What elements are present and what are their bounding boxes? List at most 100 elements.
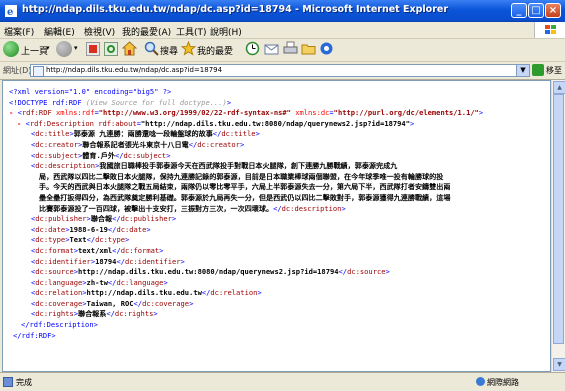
collapse-toggle[interactable]: - — [9, 108, 13, 117]
address-label: 網址(D) — [3, 66, 32, 75]
favorites-star-icon[interactable] — [180, 40, 197, 56]
dc-tag: dc:source — [347, 267, 386, 277]
address-dropdown-icon[interactable]: ▼ — [516, 65, 529, 76]
scroll-up-icon[interactable]: ▲ — [553, 81, 565, 94]
tag-bracket: > — [166, 150, 171, 160]
forward-dropdown-icon[interactable]: ▾ — [74, 44, 78, 62]
address-bar: 網址(D) http://ndap.dils.tku.edu.tw/ndap/d… — [0, 62, 565, 80]
page-done-icon — [3, 377, 13, 387]
tag-bracket: > — [163, 277, 168, 287]
dc-tag: dc:language — [35, 277, 83, 287]
dc-tag: dc:type — [35, 235, 66, 245]
zone-text: 網際網路 — [487, 378, 519, 387]
search-label[interactable]: 搜尋 — [160, 44, 178, 62]
menu-favorites[interactable]: 我的最愛(A) — [122, 25, 171, 38]
tag-bracket: > — [255, 129, 260, 139]
tag-bracket: > — [189, 298, 194, 308]
vertical-scrollbar[interactable]: ▲ ▼ — [551, 80, 565, 372]
tag-bracket: </ — [188, 139, 198, 149]
history-icon[interactable] — [245, 41, 260, 56]
doctype-comment[interactable]: (View Source for full doctype...) — [86, 98, 227, 107]
dc-field-value: 1988-6-19 — [69, 224, 108, 234]
go-arrow-icon[interactable] — [532, 64, 544, 76]
tag-bracket: > — [180, 256, 185, 266]
dc-field-line: <dc:date>1988-6-19</dc:date> — [9, 225, 483, 236]
favorites-label[interactable]: 我的最愛 — [197, 44, 233, 62]
stop-icon[interactable] — [86, 42, 100, 56]
document-viewport[interactable]: <?xml version="1.0" encoding="big5" ?> <… — [2, 80, 551, 372]
rdf-close-line: </rdf:RDF> — [13, 330, 56, 340]
menu-edit[interactable]: 編輯(E) — [44, 25, 75, 38]
doctype-end: > — [226, 97, 232, 107]
dc-field-value: 18794 — [95, 256, 117, 266]
dc-field-value: 聯合報系 — [78, 309, 107, 319]
dc-tag: dc:source — [35, 267, 74, 277]
dc-field-line: <dc:publisher>聯合報</dc:publisher> — [9, 214, 483, 225]
back-dropdown-icon[interactable]: ▾ — [46, 44, 50, 62]
back-label[interactable]: 上一頁 — [21, 44, 48, 62]
dc-tag: dc:format — [35, 245, 74, 255]
dc-field-line: <dc:language>zh-tw</dc:language> — [9, 278, 483, 289]
window-title: http://ndap.dils.tku.edu.tw/ndap/dc.asp?… — [22, 4, 449, 15]
dc-field-line: <dc:relation>http://ndap.dils.tku.edu.tw… — [9, 288, 483, 299]
dc-tag: dc:date — [35, 224, 66, 234]
print-icon[interactable] — [283, 41, 298, 56]
address-url[interactable]: http://ndap.dils.tku.edu.tw/ndap/dc.asp?… — [46, 66, 222, 74]
dc-field-line: <dc:format>text/xml</dc:format> — [9, 246, 483, 257]
xml-declaration: <?xml version="1.0" encoding="big5" ?> — [9, 87, 172, 96]
go-label[interactable]: 移至 — [546, 65, 562, 76]
messenger-icon[interactable] — [319, 41, 334, 56]
dc-description-text-0: 我國旅日職棒投手郭泰源今天在西武隊投手對戰日本火腿隊，創下連勝九勝戰績，郭泰源完… — [99, 161, 398, 171]
xml-doctype: <!DOCTYPE rdf:RDF (View Source for full … — [9, 98, 483, 109]
tag-bracket: > — [159, 245, 164, 255]
menu-help[interactable]: 說明(H) — [210, 25, 242, 38]
mail-icon[interactable] — [264, 41, 279, 56]
dc-tag: dc:rights — [114, 309, 154, 319]
dc-tag: dc:coverage — [142, 298, 190, 308]
dc-field-value: text/xml — [78, 245, 113, 255]
refresh-icon[interactable] — [104, 42, 118, 56]
search-icon[interactable] — [144, 41, 159, 56]
tag-bracket: </ — [338, 267, 348, 277]
tag-bracket: > — [146, 224, 151, 234]
menu-file[interactable]: 檔案(F) — [4, 25, 34, 38]
rdf-tag: rdf:RDF — [21, 108, 52, 118]
dc-tag: dc:creator — [35, 139, 78, 149]
forward-arrow-icon[interactable] — [56, 41, 72, 57]
rdf-open-line: - <rdf:RDF xmlns:rdf="http://www.w3.org/… — [9, 108, 484, 118]
dc-description-end-line: 比賽郭泰源投了一百四球，被擊出十支安打，三振對方三次，一次四壞球。</dc:de… — [39, 203, 346, 213]
dc-tag: dc:title — [35, 129, 70, 139]
address-input[interactable]: http://ndap.dils.tku.edu.tw/ndap/dc.asp?… — [30, 64, 530, 77]
dc-tag: dc:date — [116, 224, 147, 234]
xml-tree: <?xml version="1.0" encoding="big5" ?> <… — [9, 87, 483, 341]
menu-tools[interactable]: 工具(T) — [176, 25, 207, 38]
minimize-button[interactable]: _ — [511, 3, 527, 18]
menu-view[interactable]: 檢視(V) — [84, 25, 115, 38]
tag-bracket: </ — [116, 256, 125, 266]
dc-field-value: zh-tw — [86, 277, 108, 287]
page-icon — [33, 66, 44, 77]
close-button[interactable]: × — [545, 3, 561, 18]
folder-icon[interactable] — [301, 41, 316, 56]
back-arrow-icon[interactable] — [3, 41, 19, 57]
dc-field-line: <dc:type>Text</dc:type> — [9, 235, 483, 246]
dc-fields-top: <dc:title>郭泰源 九連勝：兩勝還唸一段輪盤球的故事</dc:title… — [9, 129, 483, 161]
maximize-button[interactable]: □ — [528, 3, 544, 18]
scroll-thumb[interactable] — [553, 94, 564, 344]
description-open-line: - <rdf:Description rdf:about="http://nda… — [17, 118, 415, 128]
dc-tag: dc:type — [95, 235, 126, 245]
dc-tag: dc:identifier — [35, 256, 91, 266]
dc-tag: dc:creator — [197, 139, 240, 149]
tag-bracket: > — [153, 309, 158, 319]
dc-field-value: 聯合報 — [90, 214, 113, 224]
dc-field-line: <dc:source>http://ndap.dils.tku.edu.tw:8… — [9, 267, 483, 278]
tag-bracket: </ — [86, 235, 96, 245]
dc-field-value: http://ndap.dils.tku.edu.tw — [86, 288, 202, 298]
ie-logo-icon: e — [5, 5, 17, 18]
tag-bracket: </ — [106, 309, 115, 319]
scroll-down-icon[interactable]: ▼ — [553, 358, 565, 371]
tag-bracket: > — [125, 235, 130, 245]
collapse-toggle[interactable]: - — [17, 119, 21, 128]
home-icon[interactable] — [121, 41, 138, 56]
dc-description-text-4: 比賽郭泰源投了一百四球，被擊出十支安打，三振對方三次，一次四壞球。 — [39, 203, 274, 213]
